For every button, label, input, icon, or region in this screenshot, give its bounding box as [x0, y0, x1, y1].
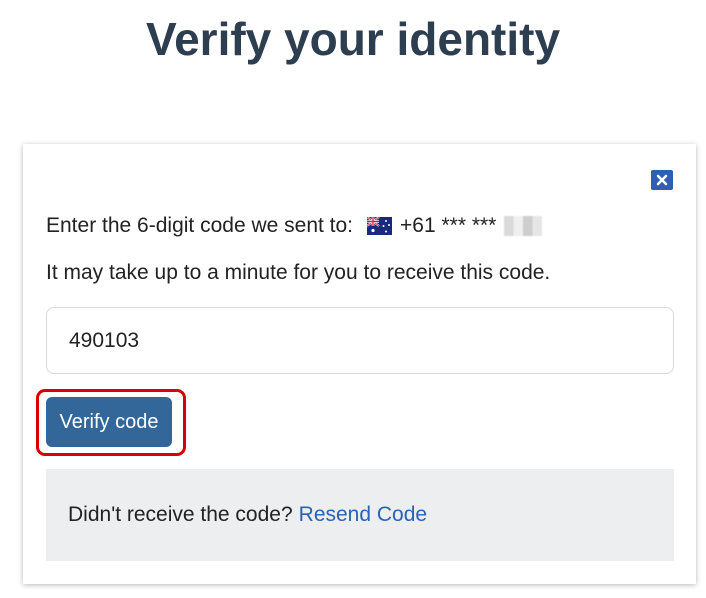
page: Verify your identity Enter the 6-digit c… [0, 0, 706, 598]
close-icon [656, 174, 668, 186]
close-button[interactable] [651, 170, 673, 190]
verification-card: Enter the 6-digit code we sent to: +61 *… [23, 144, 696, 584]
code-sent-line: Enter the 6-digit code we sent to: +61 *… [46, 214, 543, 238]
masked-phone-number: +61 *** *** [400, 214, 497, 237]
wait-notice: It may take up to a minute for you to re… [46, 261, 551, 284]
page-title: Verify your identity [145, 13, 561, 65]
redacted-phone-digits [504, 216, 543, 236]
australia-flag-icon [367, 217, 393, 235]
code-sent-prefix: Enter the 6-digit code we sent to: [46, 214, 354, 237]
verify-code-button[interactable]: Verify code [46, 397, 172, 447]
resend-prompt: Didn't receive the code? [68, 503, 293, 526]
verification-code-input[interactable] [46, 307, 674, 374]
resend-panel: Didn't receive the code? Resend Code [46, 469, 674, 561]
resend-code-link[interactable]: Resend Code [299, 503, 427, 527]
